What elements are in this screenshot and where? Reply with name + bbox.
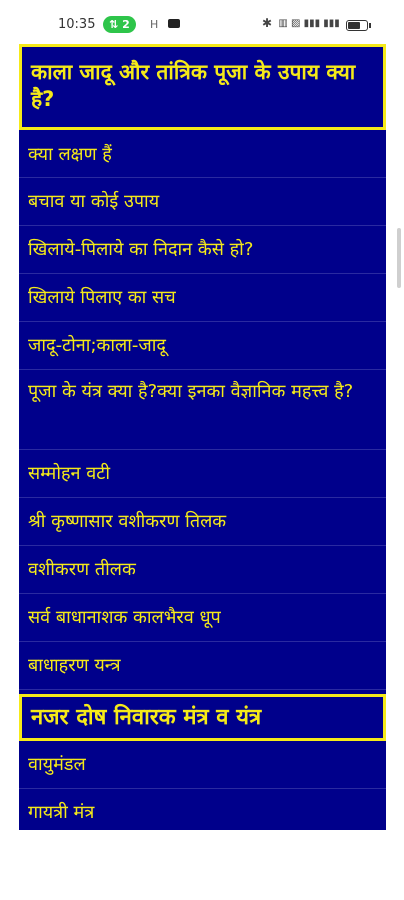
h-icon: H (150, 18, 159, 31)
list-black-magic: क्या लक्षण हैं बचाव या कोई उपाय खिलाये-प… (19, 130, 386, 690)
list-item[interactable]: जादू-टोना;काला-जादू (19, 322, 386, 370)
message-icon (168, 19, 180, 28)
list-item[interactable]: वायुमंडल (19, 741, 386, 789)
battery-icon (346, 20, 371, 31)
list-item[interactable]: पूजा के यंत्र क्या है?क्या इनका वैज्ञानि… (19, 370, 386, 450)
content-panel: काला जादू और तांत्रिक पूजा के उपाय क्या … (19, 44, 386, 830)
list-item[interactable]: वशीकरण तीलक (19, 546, 386, 594)
bluetooth-icon: ✱ (262, 16, 273, 30)
list-item[interactable]: श्री कृष्णासार वशीकरण तिलक (19, 498, 386, 546)
list-nazar-dosh: वायुमंडल गायत्री मंत्र (19, 741, 386, 830)
section-header-black-magic[interactable]: काला जादू और तांत्रिक पूजा के उपाय क्या … (19, 44, 386, 130)
list-item[interactable]: गायत्री मंत्र (19, 789, 386, 830)
section-header-nazar-dosh[interactable]: नजर दोष निवारक मंत्र व यंत्र (19, 694, 386, 741)
list-item[interactable]: क्या लक्षण हैं (19, 130, 386, 178)
pill-count: 2 (122, 18, 130, 31)
list-item[interactable]: सम्मोहन वटी (19, 450, 386, 498)
status-bar: 10:35 ⇅ 2 H ✱ ▥ ▨ ▮▮▮ ▮▮▮ (0, 0, 404, 40)
scrollbar-thumb[interactable] (397, 228, 401, 288)
status-time: 10:35 (58, 17, 96, 32)
list-item[interactable]: बाधाहरण यन्त्र (19, 642, 386, 690)
notification-pill: ⇅ 2 (103, 16, 136, 33)
list-item[interactable]: खिलाये पिलाए का सच (19, 274, 386, 322)
list-item[interactable]: खिलाये-पिलाये का निदान कैसे हो? (19, 226, 386, 274)
list-item[interactable]: बचाव या कोई उपाय (19, 178, 386, 226)
signal-icon: ▥ ▨ ▮▮▮ ▮▮▮ (272, 18, 340, 29)
pill-icon: ⇅ (109, 18, 119, 31)
list-item[interactable]: सर्व बाधानाशक कालभैरव धूप (19, 594, 386, 642)
